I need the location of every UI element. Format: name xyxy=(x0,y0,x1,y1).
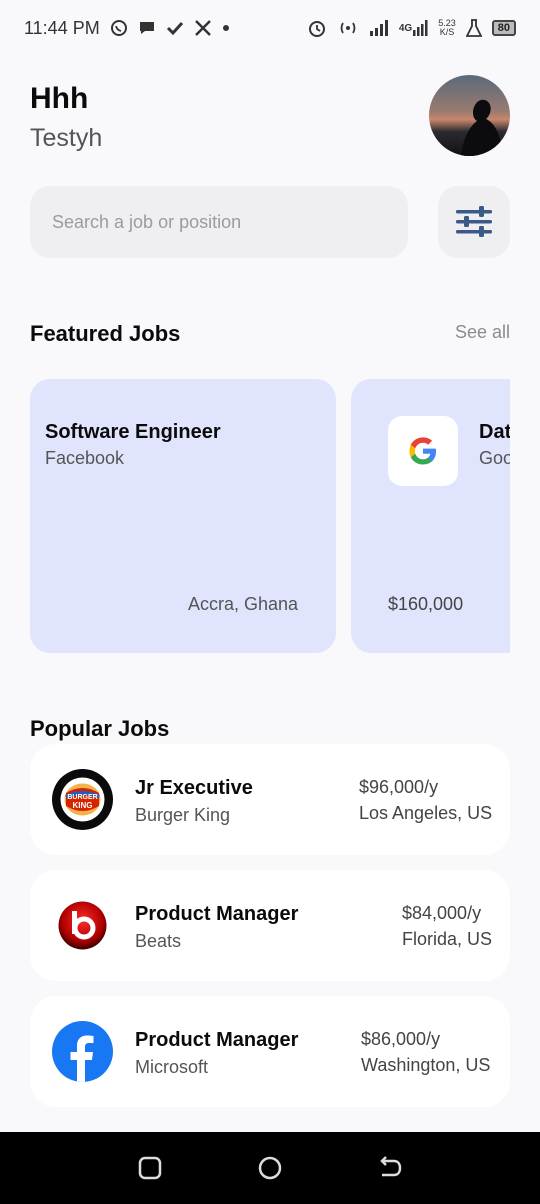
check-icon xyxy=(166,19,184,37)
job-title: Product Manager xyxy=(135,903,299,925)
featured-job-company: Facebook xyxy=(45,448,125,468)
featured-jobs-title: Featured Jobs xyxy=(30,321,181,346)
see-all-link[interactable]: See all xyxy=(455,322,510,343)
job-location: Florida, US xyxy=(402,929,493,949)
job-company: Burger King xyxy=(135,805,231,825)
featured-card[interactable]: Software Engineer Facebook Accra, Ghana xyxy=(30,379,336,653)
x-icon xyxy=(194,19,212,37)
job-card-microsoft[interactable]: Product Manager Microsoft $86,000/y Wash… xyxy=(30,996,510,1107)
back-button[interactable] xyxy=(370,1148,410,1188)
job-location: Washington, US xyxy=(361,1055,491,1075)
flask-icon xyxy=(465,19,482,37)
system-nav-bar xyxy=(0,1132,540,1204)
user-subtitle: Testyh xyxy=(30,124,103,152)
job-title: Product Manager xyxy=(135,1029,299,1051)
status-right: 4G 5.23 K/S 80 xyxy=(307,18,516,38)
status-time: 11:44 PM xyxy=(24,17,100,38)
avatar[interactable] xyxy=(429,75,510,156)
whatsapp-icon xyxy=(110,19,128,37)
back-icon xyxy=(380,1156,402,1177)
search-box[interactable] xyxy=(30,186,408,258)
battery-icon: 80 xyxy=(491,20,516,36)
avatar-image xyxy=(461,99,503,156)
beats-logo-icon xyxy=(52,895,113,956)
net-speed-unit: K/S xyxy=(439,27,455,37)
job-card-beats[interactable]: Product Manager Beats $84,000/y Florida,… xyxy=(30,870,510,981)
sliders-icon xyxy=(456,206,492,237)
net-speed: 5.23 K/S xyxy=(438,19,456,37)
job-salary: $96,000/y xyxy=(359,777,439,797)
home-button[interactable] xyxy=(250,1148,290,1188)
recent-apps-icon xyxy=(138,1156,162,1180)
svg-text:BURGER: BURGER xyxy=(67,794,97,801)
job-title: Jr Executive xyxy=(135,777,253,799)
featured-job-company: Goo xyxy=(479,448,510,468)
facebook-logo-icon xyxy=(52,1021,113,1082)
job-location: Los Angeles, US xyxy=(359,803,493,823)
job-salary: $86,000/y xyxy=(361,1029,441,1049)
status-left: 11:44 PM xyxy=(24,18,230,39)
featured-card[interactable]: Dat Goo $160,000 xyxy=(351,379,510,653)
home-icon xyxy=(258,1156,282,1180)
alarm-icon xyxy=(307,18,327,38)
signal-icon xyxy=(369,20,389,36)
popular-jobs-title: Popular Jobs xyxy=(30,716,170,741)
filter-button[interactable] xyxy=(438,186,510,258)
recent-apps-button[interactable] xyxy=(130,1148,170,1188)
featured-job-location: Accra, Ghana xyxy=(187,594,298,614)
hotspot-icon xyxy=(337,19,359,37)
search-input[interactable] xyxy=(52,211,408,233)
job-card-burger-king[interactable]: BURGER KING Jr Executive Burger King $96… xyxy=(30,744,510,855)
google-logo-icon xyxy=(388,416,458,486)
job-salary: $84,000/y xyxy=(402,903,482,923)
featured-job-title: Software Engineer xyxy=(45,421,221,443)
signal-4g-icon: 4G xyxy=(399,20,428,36)
svg-text:KING: KING xyxy=(73,801,93,810)
job-company: Microsoft xyxy=(135,1057,209,1077)
chat-bubble-icon xyxy=(138,19,156,37)
dot-icon xyxy=(222,24,230,32)
featured-job-title: Dat xyxy=(479,421,510,443)
user-name: Hhh xyxy=(30,82,89,115)
featured-carousel[interactable]: Software Engineer Facebook Accra, Ghana … xyxy=(30,379,510,653)
status-bar: 11:44 PM 4G 5.23 K/S 80 xyxy=(0,0,540,56)
network-type: 4G xyxy=(398,22,413,34)
burger-king-logo-icon: BURGER KING xyxy=(52,769,113,830)
featured-job-salary: $160,000 xyxy=(388,594,464,614)
job-company: Beats xyxy=(135,931,182,951)
